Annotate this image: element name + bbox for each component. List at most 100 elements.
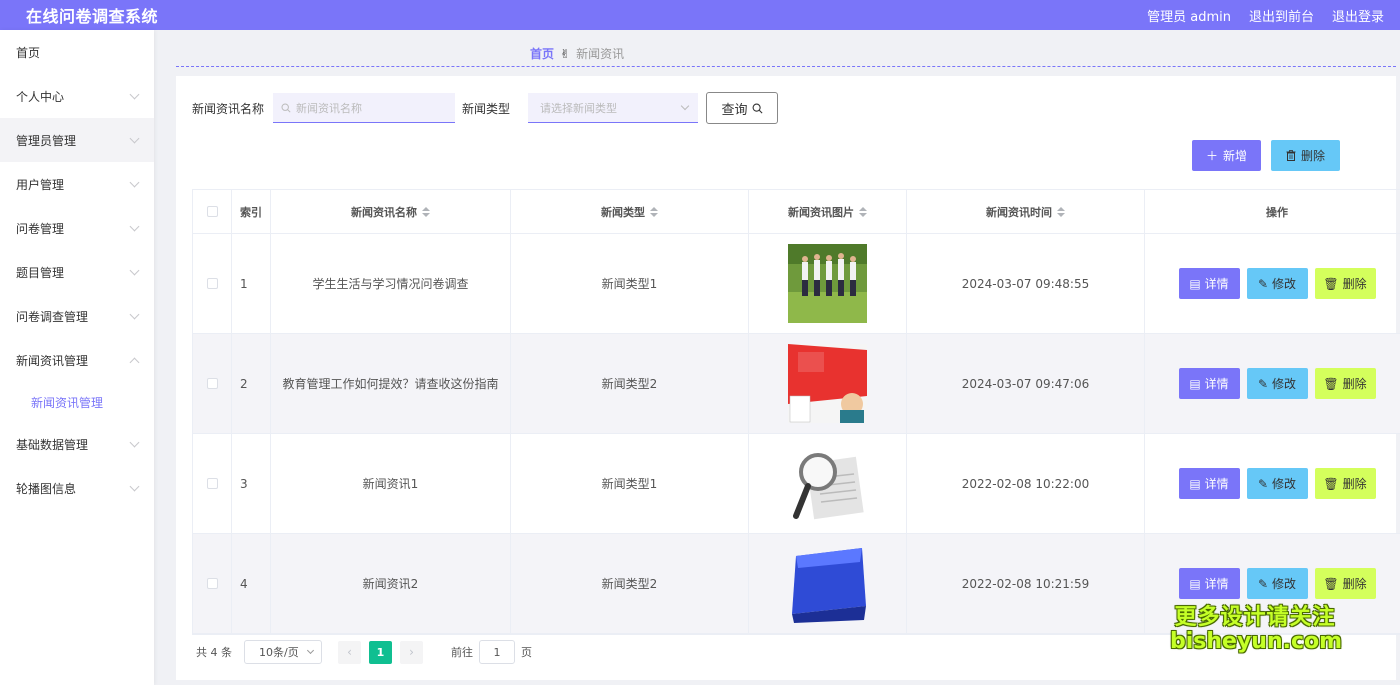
trash-icon: 🗑 [1323,576,1339,591]
sidebar-item-news[interactable]: 新闻资讯管理 [0,338,154,382]
sidebar-item-profile[interactable]: 个人中心 [0,74,154,118]
delete-button[interactable]: 🗑 删除 [1314,468,1376,499]
news-thumbnail[interactable] [788,244,867,323]
sidebar-item-users[interactable]: 用户管理 [0,162,154,206]
add-button[interactable]: ＋ 新增 [1192,140,1261,171]
chevron-down-icon [129,481,140,491]
document-icon: ▤ [1189,276,1201,291]
header-type-label: 新闻类型 [601,205,645,219]
trash-icon: 🗑 [1323,476,1339,491]
add-button-label: 新增 [1223,149,1248,163]
header-type[interactable]: 新闻类型 [511,190,749,233]
name-search-label: 新闻资讯名称 [192,101,265,116]
edit-button-label: 修改 [1272,577,1297,591]
row-checkbox[interactable] [206,478,218,489]
sidebar-item-questions[interactable]: 题目管理 [0,250,154,294]
detail-button[interactable]: ▤ 详情 [1178,568,1240,599]
batch-delete-button[interactable]: 删除 [1271,140,1340,171]
trash-icon: 🗑 [1323,276,1339,291]
document-icon: ▤ [1189,476,1201,491]
sort-icon[interactable] [1057,206,1065,217]
row-time: 2024-03-07 09:47:06 [907,334,1145,433]
admin-label[interactable]: 管理员 admin [1147,6,1231,25]
sidebar-item-home[interactable]: 首页 [0,30,154,74]
header-index: 索引 [232,190,271,233]
chevron-down-icon [129,309,140,319]
row-type: 新闻类型1 [511,434,749,533]
header-time-label: 新闻资讯时间 [986,205,1052,219]
top-bar-actions: 管理员 admin 退出到前台 退出登录 [1147,6,1384,25]
chevron-down-icon [129,89,140,99]
divider [176,66,1396,67]
delete-button-label: 删除 [1342,377,1367,391]
chevron-down-icon [680,101,690,111]
chevron-down-icon [129,177,140,187]
query-button[interactable]: 查询 [706,92,779,124]
logout-link[interactable]: 退出登录 [1332,6,1384,25]
chevron-down-icon [129,265,140,275]
detail-button[interactable]: ▤ 详情 [1178,468,1240,499]
detail-button-label: 详情 [1204,477,1229,491]
page-number-button[interactable]: 1 [369,640,392,664]
sidebar-item-questionnaire[interactable]: 问卷管理 [0,206,154,250]
header-image[interactable]: 新闻资讯图片 [749,190,907,233]
delete-button[interactable]: 🗑 删除 [1314,568,1376,599]
delete-button[interactable]: 🗑 删除 [1314,268,1376,299]
page-size-select[interactable]: 10条/页 [244,640,322,664]
chevron-up-icon [129,357,140,367]
row-checkbox[interactable] [206,278,218,289]
goto-page-input[interactable]: 1 [479,640,515,664]
name-search-placeholder: 新闻资讯名称 [296,101,363,115]
row-checkbox[interactable] [206,578,218,589]
plus-icon: ＋ [1205,149,1218,163]
prev-page-button[interactable]: ‹ [338,640,361,664]
select-all-checkbox[interactable] [206,206,218,217]
delete-button[interactable]: 🗑 删除 [1314,368,1376,399]
row-name: 教育管理工作如何提效？请查收这份指南 [271,334,511,433]
watermark-line2: bisheyun.com [1170,629,1343,655]
detail-button[interactable]: ▤ 详情 [1178,268,1240,299]
sort-icon[interactable] [650,206,658,217]
edit-button[interactable]: ✎ 修改 [1246,368,1308,399]
news-thumbnail[interactable] [788,344,867,423]
table-header: 索引 新闻资讯名称 新闻类型 新闻资讯图片 新闻资讯时间 操作 [193,190,1400,234]
exit-front-link[interactable]: 退出到前台 [1249,6,1314,25]
news-thumbnail[interactable] [788,444,867,523]
header-check-cell [193,190,232,233]
breadcrumb-current: 新闻资讯 [576,47,625,61]
sidebar-item-carousel[interactable]: 轮播图信息 [0,466,154,510]
header-name[interactable]: 新闻资讯名称 [271,190,511,233]
breadcrumb: 首页 ✌ 新闻资讯 [530,45,624,62]
row-check-cell [193,534,232,633]
edit-button-label: 修改 [1272,377,1297,391]
sidebar-item-label: 问卷调查管理 [16,309,89,324]
breadcrumb-home[interactable]: 首页 [530,45,554,62]
header-time[interactable]: 新闻资讯时间 [907,190,1145,233]
delete-button-label: 删除 [1342,477,1367,491]
sidebar-item-survey[interactable]: 问卷调查管理 [0,294,154,338]
sidebar-item-basedata[interactable]: 基础数据管理 [0,422,154,466]
name-search-input[interactable]: 新闻资讯名称 [273,93,456,123]
document-icon: ▤ [1189,376,1201,391]
edit-button[interactable]: ✎ 修改 [1246,268,1308,299]
search-bar: 新闻资讯名称 新闻资讯名称 新闻类型 请选择新闻类型 查询 [192,92,779,124]
sidebar-item-admin[interactable]: 管理员管理 [0,118,154,162]
pencil-icon: ✎ [1257,476,1269,491]
sidebar-subitem-news-manage[interactable]: 新闻资讯管理 [0,382,154,422]
edit-button-label: 修改 [1272,277,1297,291]
sort-icon[interactable] [422,206,430,217]
detail-button[interactable]: ▤ 详情 [1178,368,1240,399]
next-page-button[interactable]: › [400,640,423,664]
row-checkbox[interactable] [206,378,218,389]
header-op-label: 操作 [1266,205,1288,219]
watermark-line1: 更多设计请关注 [1174,605,1336,630]
edit-button[interactable]: ✎ 修改 [1246,568,1308,599]
type-search-label: 新闻类型 [462,101,511,116]
query-button-label: 查询 [721,102,748,118]
edit-button[interactable]: ✎ 修改 [1246,468,1308,499]
sort-icon[interactable] [859,206,867,217]
news-thumbnail[interactable] [788,544,867,623]
hand-icon: ✌ [560,46,571,61]
sidebar-item-label: 用户管理 [16,177,65,192]
type-select[interactable]: 请选择新闻类型 [528,93,699,123]
